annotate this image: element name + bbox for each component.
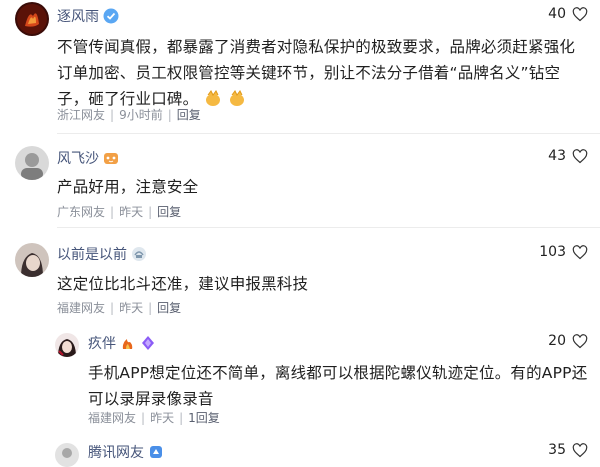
comment-meta: 福建网友 | 昨天 | 1回复: [88, 409, 220, 426]
comment-text: 这定位比北斗还准，建议申报黑科技: [57, 275, 309, 293]
comment-meta: 浙江网友 | 9小时前 | 回复: [57, 106, 201, 123]
like-button[interactable]: 20: [548, 333, 588, 349]
avatar[interactable]: [55, 333, 79, 357]
level-badge-icon: [150, 446, 162, 458]
heart-icon: [572, 6, 588, 21]
heart-icon: [572, 244, 588, 259]
heart-icon: [572, 333, 588, 348]
username[interactable]: 逐风雨: [57, 6, 119, 26]
comment-item: 逐风雨 40 不管传闻真假，都暴露了消费者对隐私保护的极致要求，品牌必须赶紧强化…: [0, 0, 600, 135]
comment-text: 产品好用，注意安全: [57, 178, 199, 196]
comment-item: 风飞沙 43 产品好用，注意安全 广东网友 | 昨天 | 回复: [0, 135, 600, 228]
comment-item: 以前是以前 103 这定位比北斗还准，建议申报黑科技 福建网友 | 昨天 | 回…: [0, 228, 600, 323]
flame-badge-icon: [122, 339, 133, 349]
reply-button[interactable]: 回复: [157, 203, 181, 220]
avatar[interactable]: [15, 243, 49, 277]
username[interactable]: 以前是以前: [57, 244, 147, 264]
like-button[interactable]: 40: [548, 6, 588, 22]
username[interactable]: 腾讯网友: [88, 442, 164, 462]
like-button[interactable]: 103: [539, 244, 588, 260]
like-button[interactable]: 35: [548, 442, 588, 458]
avatar[interactable]: [15, 146, 49, 180]
heart-icon: [572, 148, 588, 163]
clap-emoji-icon: [203, 88, 223, 108]
heart-icon: [572, 442, 588, 457]
reply-item: 疚伴 20 手机APP想定位还不简单，离线都可以根据陀螺仪轨迹定位。有的APP还…: [0, 323, 600, 433]
gem-badge-icon: [142, 336, 154, 350]
verified-badge-icon: [103, 8, 119, 24]
level-badge-icon: [104, 153, 118, 164]
comment-meta: 福建网友 | 昨天 | 回复: [57, 299, 182, 316]
clap-emoji-icon: [227, 88, 247, 108]
reply-item: 腾讯网友 35: [0, 433, 600, 467]
avatar[interactable]: [15, 2, 49, 36]
level-badge-icon: [132, 247, 146, 261]
reply-button[interactable]: 1回复: [188, 409, 220, 426]
username[interactable]: 疚伴: [88, 333, 156, 353]
comment-text: 不管传闻真假，都暴露了消费者对隐私保护的极致要求，品牌必须赶紧强化订单加密、员工…: [57, 38, 576, 108]
avatar[interactable]: [55, 443, 79, 467]
reply-button[interactable]: 回复: [157, 299, 181, 316]
comment-meta: 广东网友 | 昨天 | 回复: [57, 203, 182, 220]
reply-button[interactable]: 回复: [177, 106, 201, 123]
divider: [57, 133, 600, 134]
like-button[interactable]: 43: [548, 148, 588, 164]
comment-text: 手机APP想定位还不简单，离线都可以根据陀螺仪轨迹定位。有的APP还可以录屏录像…: [88, 364, 588, 408]
username[interactable]: 风飞沙: [57, 148, 119, 168]
